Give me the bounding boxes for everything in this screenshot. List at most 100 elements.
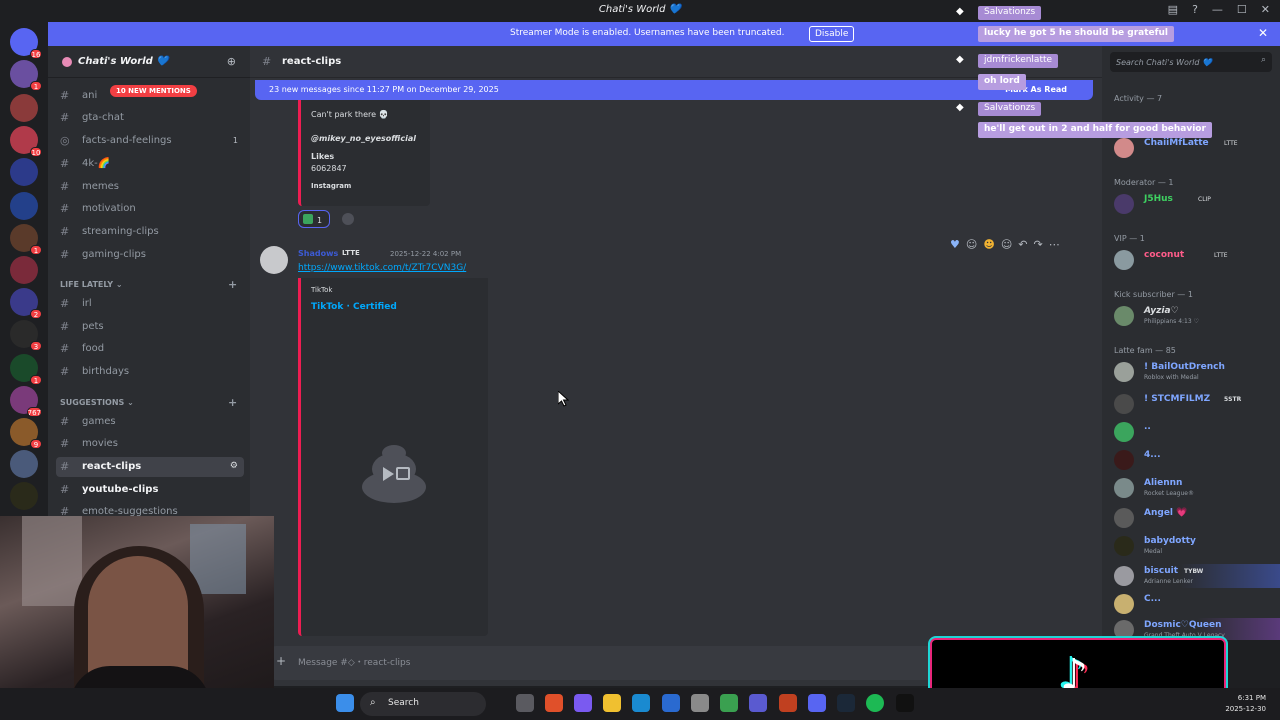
- disable-streamer-mode-button[interactable]: Disable: [809, 26, 855, 42]
- server-icon[interactable]: 767: [10, 386, 42, 417]
- avatar: [1114, 250, 1134, 270]
- member-item[interactable]: Dosmic♡Queen Grand Theft Auto V Legacy: [1114, 618, 1280, 640]
- member-item[interactable]: ! STCMFILMZ 5STR: [1114, 392, 1274, 416]
- server-icon[interactable]: 1: [10, 224, 42, 255]
- member-item[interactable]: babydotty Medal: [1114, 534, 1274, 558]
- channel-item[interactable]: # movies: [56, 434, 244, 454]
- add-reaction-icon[interactable]: [342, 213, 354, 225]
- video-placeholder-icon[interactable]: [361, 443, 427, 505]
- start-icon[interactable]: [336, 694, 354, 712]
- avatar[interactable]: [260, 246, 288, 274]
- server-icon[interactable]: 10: [10, 126, 42, 157]
- reaction-laugh-icon[interactable]: ☻: [983, 238, 994, 258]
- reaction-emoji-icon[interactable]: ☺: [966, 238, 977, 258]
- channel-item[interactable]: ◎ facts-and-feelings 1: [56, 131, 244, 151]
- steam-icon[interactable]: [837, 694, 855, 712]
- server-icon[interactable]: [10, 192, 38, 220]
- server-icon[interactable]: 1: [10, 354, 42, 385]
- member-item[interactable]: coconut LTTE: [1114, 248, 1274, 272]
- member-item[interactable]: Aliennn Rocket League®: [1114, 476, 1274, 500]
- discord-icon[interactable]: [808, 694, 826, 712]
- channel-item-active[interactable]: # react-clips ⚙: [56, 457, 244, 477]
- teams-icon[interactable]: [749, 694, 767, 712]
- channel-item[interactable]: # gaming-clips: [56, 245, 244, 265]
- add-reaction-icon[interactable]: ☺: [1001, 238, 1012, 258]
- channel-item[interactable]: # youtube-clips: [56, 480, 244, 500]
- message-input[interactable]: [298, 655, 998, 671]
- maximize-icon[interactable]: ☐: [1237, 3, 1247, 16]
- diamond-icon: ◆: [956, 102, 964, 113]
- embed-title[interactable]: TikTok · Certified: [311, 302, 397, 312]
- member-item[interactable]: Angel 💗: [1114, 506, 1274, 530]
- channel-item[interactable]: # irl: [56, 294, 244, 314]
- channel-item[interactable]: # games: [56, 412, 244, 432]
- avatar: [1114, 478, 1134, 498]
- server-icon[interactable]: 9: [10, 418, 42, 449]
- copilot-icon[interactable]: [574, 694, 592, 712]
- add-channel-icon[interactable]: +: [228, 396, 237, 409]
- member-item[interactable]: ..: [1114, 420, 1274, 444]
- channel-item[interactable]: # motivation: [56, 199, 244, 219]
- reply-icon[interactable]: ↶: [1018, 238, 1027, 258]
- home-server-icon[interactable]: 16: [10, 28, 42, 59]
- category-life-lately[interactable]: LIFE LATELY ⌄ +: [60, 278, 237, 291]
- close-banner-icon[interactable]: ✕: [1258, 26, 1268, 40]
- channel-item[interactable]: # gta-chat: [56, 108, 244, 128]
- spotify-icon[interactable]: [866, 694, 884, 712]
- more-icon[interactable]: ⋯: [1049, 238, 1060, 258]
- chrome-icon[interactable]: [720, 694, 738, 712]
- member-item[interactable]: Ayzia♡ Philippians 4:13 ♡: [1114, 304, 1274, 328]
- category-suggestions[interactable]: SUGGESTIONS ⌄ +: [60, 396, 237, 409]
- attach-icon[interactable]: +: [276, 654, 286, 668]
- reaction-heart-icon[interactable]: ♥: [950, 238, 960, 258]
- server-icon[interactable]: [10, 158, 38, 186]
- store-icon[interactable]: [691, 694, 709, 712]
- channel-item[interactable]: # memes: [56, 177, 244, 197]
- server-icon[interactable]: 1: [10, 60, 42, 91]
- channel-settings-icon[interactable]: ⚙: [230, 461, 238, 471]
- tiktok-app-icon[interactable]: [896, 694, 914, 712]
- app-icon[interactable]: [779, 694, 797, 712]
- server-icon[interactable]: [10, 450, 38, 478]
- task-view-icon[interactable]: [516, 694, 534, 712]
- channel-item[interactable]: # streaming-clips: [56, 222, 244, 242]
- invite-people-icon[interactable]: ⊕: [227, 55, 236, 68]
- app-icon[interactable]: [545, 694, 563, 712]
- member-status: Medal: [1144, 548, 1163, 555]
- server-header[interactable]: Chati's World 💙 ⊕: [48, 46, 250, 78]
- channel-item[interactable]: # food: [56, 339, 244, 359]
- hash-icon: #: [60, 342, 70, 355]
- member-item[interactable]: ! BailOutDrench Roblox with Medal: [1114, 360, 1274, 384]
- channel-item[interactable]: #4k-🌈: [56, 154, 244, 174]
- server-icon[interactable]: 3: [10, 320, 42, 351]
- member-item[interactable]: 4...: [1114, 448, 1274, 472]
- reaction-pill[interactable]: 1: [298, 210, 330, 228]
- server-icon[interactable]: [10, 482, 38, 510]
- message-author[interactable]: Shadows: [298, 249, 338, 258]
- channel-item[interactable]: # emote-suggestions: [56, 502, 244, 516]
- member-item[interactable]: C...: [1114, 592, 1274, 616]
- member-item[interactable]: biscuit TYBW Adrianne Lenker: [1114, 564, 1280, 588]
- server-icon[interactable]: 2: [10, 288, 42, 319]
- close-window-icon[interactable]: ✕: [1261, 3, 1270, 16]
- channel-item[interactable]: # pets: [56, 317, 244, 337]
- edge-icon[interactable]: [632, 694, 650, 712]
- server-icon[interactable]: [10, 94, 38, 122]
- add-channel-icon[interactable]: +: [228, 278, 237, 291]
- hash-icon: #: [60, 89, 70, 102]
- app-icon[interactable]: [662, 694, 680, 712]
- section-latte-fam: Latte fam — 85: [1114, 346, 1176, 355]
- member-item[interactable]: J5Hus CLIP: [1114, 192, 1274, 216]
- message-link[interactable]: https://www.tiktok.com/t/ZTr7CVN3G/: [298, 263, 466, 273]
- clock[interactable]: 6:31 PM 2025-12-30: [1225, 693, 1266, 715]
- channel-item[interactable]: # birthdays: [56, 362, 244, 382]
- minimize-icon[interactable]: —: [1212, 3, 1223, 16]
- new-mentions-pill[interactable]: 10 NEW MENTIONS: [110, 85, 197, 97]
- taskbar-search[interactable]: ⌕ Search: [360, 692, 486, 716]
- server-icon[interactable]: [10, 256, 38, 284]
- forward-icon[interactable]: ↷: [1034, 238, 1043, 258]
- member-tag: LTTE: [1224, 140, 1238, 147]
- channel-name: pets: [82, 321, 104, 332]
- file-explorer-icon[interactable]: [603, 694, 621, 712]
- channel-name: movies: [82, 438, 118, 449]
